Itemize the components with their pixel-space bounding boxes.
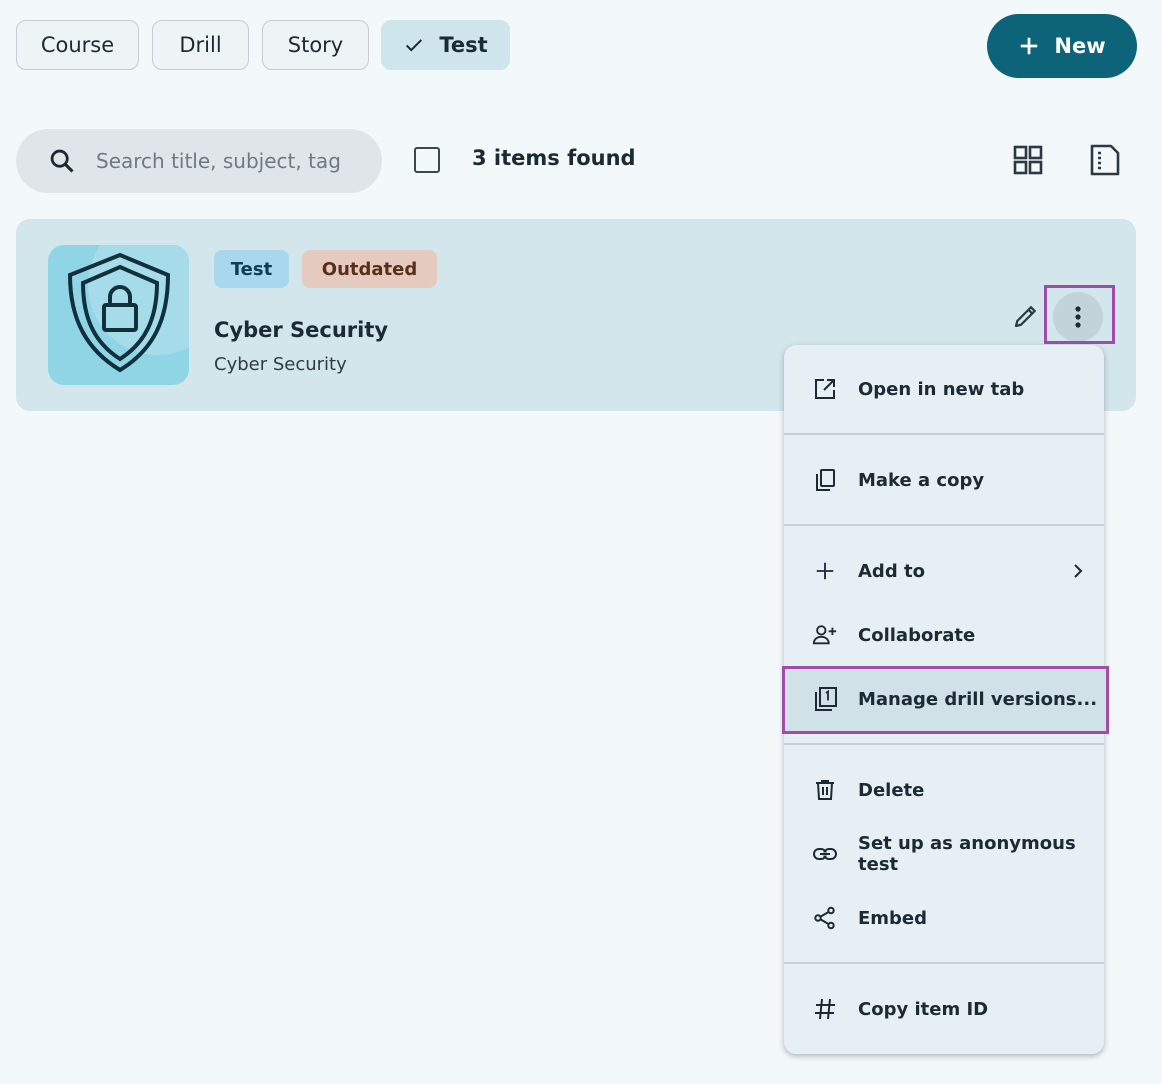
menu-item-copy-id[interactable]: Copy item ID — [784, 977, 1104, 1041]
menu-item-make-copy[interactable]: Make a copy — [784, 448, 1104, 512]
new-button-label: New — [1054, 34, 1106, 58]
menu-item-label: Copy item ID — [858, 998, 989, 1020]
plus-icon — [1018, 35, 1040, 57]
menu-item-label: Collaborate — [858, 624, 976, 646]
chevron-right-icon — [1072, 561, 1084, 581]
item-thumbnail — [48, 245, 189, 385]
highlight-box — [782, 666, 1109, 734]
menu-divider — [784, 433, 1104, 435]
search-bar[interactable] — [16, 129, 382, 193]
shield-lock-icon — [67, 245, 189, 373]
open-in-new-icon — [812, 376, 838, 402]
person-add-icon — [812, 622, 838, 648]
copy-icon — [812, 467, 838, 493]
menu-item-label: Delete — [858, 779, 925, 801]
menu-item-collaborate[interactable]: Collaborate — [784, 603, 1104, 667]
menu-item-label: Embed — [858, 907, 928, 929]
search-icon — [48, 147, 76, 175]
menu-divider — [784, 962, 1104, 964]
menu-item-anonymous-test[interactable]: Set up as anonymous test — [784, 822, 1104, 886]
grid-view-button[interactable] — [1011, 143, 1045, 177]
menu-divider — [784, 743, 1104, 745]
pencil-icon — [1014, 306, 1036, 328]
menu-item-open-new-tab[interactable]: Open in new tab — [784, 357, 1104, 421]
document-icon — [1090, 144, 1120, 176]
share-icon — [812, 905, 838, 931]
menu-item-embed[interactable]: Embed — [784, 886, 1104, 950]
edit-button[interactable] — [1011, 301, 1041, 331]
filter-chip-label: Story — [287, 33, 344, 57]
filter-chip-story[interactable]: Story — [262, 20, 369, 70]
filter-chip-drill[interactable]: Drill — [152, 20, 249, 70]
hash-icon — [812, 996, 838, 1022]
menu-item-label: Open in new tab — [858, 378, 1025, 400]
menu-divider — [784, 524, 1104, 526]
menu-item-add-to[interactable]: Add to — [784, 539, 1104, 603]
menu-item-delete[interactable]: Delete — [784, 758, 1104, 822]
new-button[interactable]: New — [987, 14, 1137, 78]
filter-chip-test[interactable]: Test — [381, 20, 510, 70]
check-icon — [403, 34, 425, 56]
search-input[interactable] — [94, 148, 353, 174]
trash-icon — [812, 777, 838, 803]
menu-item-label: Make a copy — [858, 469, 985, 491]
list-view-button[interactable] — [1088, 143, 1122, 177]
item-title: Cyber Security — [214, 318, 389, 342]
filter-chip-label: Test — [439, 33, 488, 57]
tag-outdated: Outdated — [302, 250, 437, 288]
select-all-checkbox[interactable] — [414, 147, 440, 173]
tag-test: Test — [214, 250, 289, 288]
menu-item-label: Add to — [858, 560, 925, 582]
link-icon — [812, 841, 838, 867]
item-subject: Cyber Security — [214, 354, 347, 375]
grid-view-icon — [1013, 145, 1043, 175]
highlight-box — [1044, 285, 1115, 344]
filter-chip-course[interactable]: Course — [16, 20, 139, 70]
results-count: 3 items found — [472, 146, 636, 170]
menu-item-label: Set up as anonymous test — [858, 833, 1076, 875]
filter-chip-label: Course — [40, 33, 115, 57]
plus-icon — [812, 558, 838, 584]
filter-chip-label: Drill — [179, 33, 222, 57]
